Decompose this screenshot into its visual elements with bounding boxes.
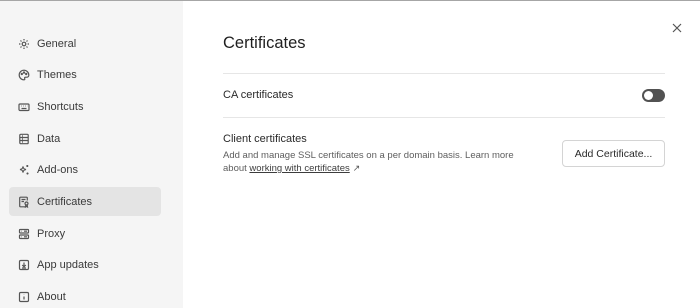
sidebar-item-label: Data bbox=[37, 132, 61, 145]
database-icon bbox=[18, 133, 30, 145]
sidebar-item-label: Themes bbox=[37, 69, 77, 82]
sidebar-item-label: About bbox=[37, 291, 66, 303]
sidebar-item-app-updates[interactable]: App updates bbox=[9, 251, 161, 280]
sidebar-item-shortcuts[interactable]: Shortcuts bbox=[9, 92, 161, 121]
sidebar-item-themes[interactable]: Themes bbox=[9, 61, 161, 90]
sidebar-item-general[interactable]: General bbox=[9, 29, 161, 58]
palette-icon bbox=[18, 69, 30, 81]
toggle-knob bbox=[644, 91, 653, 100]
close-button[interactable] bbox=[670, 21, 684, 35]
info-icon bbox=[18, 291, 30, 303]
divider bbox=[223, 73, 665, 74]
sidebar-item-certificates[interactable]: Certificates bbox=[9, 187, 161, 217]
sidebar-item-data[interactable]: Data bbox=[9, 124, 161, 153]
proxy-icon bbox=[18, 228, 30, 240]
client-certificates-description: Add and manage SSL certificates on a per… bbox=[223, 149, 523, 175]
download-icon bbox=[18, 259, 30, 271]
sidebar-item-label: Add-ons bbox=[37, 164, 78, 177]
ca-certificates-toggle[interactable] bbox=[642, 89, 665, 102]
sidebar-item-label: Proxy bbox=[37, 227, 66, 240]
ca-certificates-label: CA certificates bbox=[223, 89, 294, 101]
certificate-icon bbox=[18, 196, 30, 208]
sidebar-item-add-ons[interactable]: Add-ons bbox=[9, 156, 161, 185]
sidebar-item-label: App updates bbox=[37, 259, 99, 272]
settings-sidebar: General Themes Shortcuts Data Add-ons Ce… bbox=[0, 1, 183, 308]
gear-icon bbox=[18, 38, 30, 50]
working-with-certificates-link[interactable]: working with certificates bbox=[249, 163, 349, 174]
client-certificates-label: Client certificates bbox=[223, 133, 307, 145]
settings-content: Certificates CA certificates Client cert… bbox=[183, 1, 700, 308]
sidebar-item-label: Shortcuts bbox=[37, 100, 84, 113]
page-title: Certificates bbox=[223, 34, 306, 52]
sidebar-item-about[interactable]: About bbox=[9, 283, 161, 308]
sidebar-item-label: General bbox=[37, 37, 77, 50]
sidebar-item-label: Certificates bbox=[37, 195, 93, 208]
sidebar-item-proxy[interactable]: Proxy bbox=[9, 219, 161, 248]
keyboard-icon bbox=[18, 101, 30, 113]
close-icon bbox=[672, 23, 682, 33]
settings-window: General Themes Shortcuts Data Add-ons Ce… bbox=[0, 0, 700, 308]
sparkle-icon bbox=[18, 164, 30, 176]
divider bbox=[223, 117, 665, 118]
external-link-icon: ↗ bbox=[352, 163, 361, 173]
add-certificate-button[interactable]: Add Certificate... bbox=[562, 140, 665, 167]
